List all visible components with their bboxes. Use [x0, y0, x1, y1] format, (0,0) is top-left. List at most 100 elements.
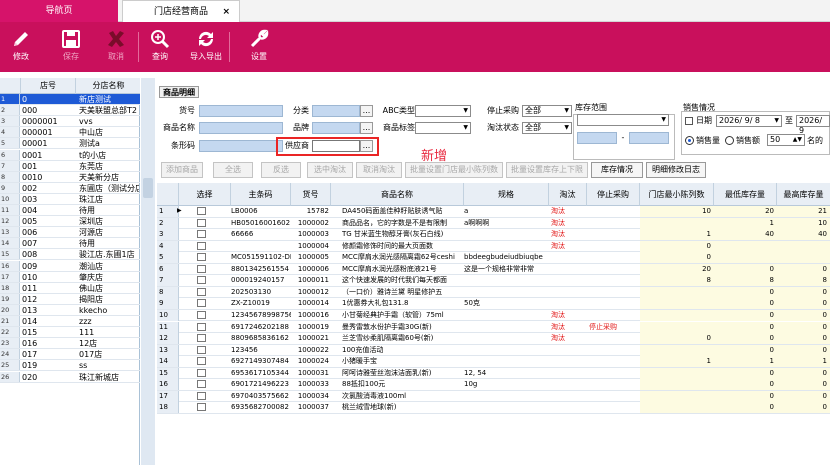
max-stock-header[interactable]: 最高库存量: [777, 183, 830, 206]
eliminate-selected-button[interactable]: 选中淘汰: [307, 162, 353, 178]
stock-max-input[interactable]: [629, 132, 669, 144]
code-input[interactable]: [199, 105, 283, 117]
max-stock-cell[interactable]: 0: [777, 309, 830, 321]
store-row[interactable]: 13 006 河源店: [0, 227, 140, 239]
store-row[interactable]: 11 004 待用: [0, 205, 140, 217]
table-row[interactable]: 11 6917246202188 1000019 曼秀雷敦水份护手霜30G(新) 淘汰 停…: [157, 321, 830, 334]
store-row[interactable]: 24 017 017店: [0, 349, 140, 361]
min-stock-cell[interactable]: 0: [714, 402, 777, 414]
store-row[interactable]: 16 009 潮汕店: [0, 260, 140, 272]
select-checkbox[interactable]: [197, 403, 206, 412]
stop-header[interactable]: 停止采购: [587, 183, 640, 206]
max-stock-cell[interactable]: 21: [777, 206, 830, 217]
table-row[interactable]: 6 8801342561554 1000006 MCC摩肩水润光感粉底液21号 这是一个…: [157, 263, 830, 276]
max-stock-cell[interactable]: 0: [777, 390, 830, 402]
barcode-header[interactable]: 主条码: [231, 183, 291, 206]
eliminate-select[interactable]: 全部 ▼: [522, 122, 572, 134]
min-display-cell[interactable]: [640, 321, 714, 333]
sales-qty-radio[interactable]: [685, 136, 694, 145]
max-stock-cell[interactable]: [777, 240, 830, 252]
select-checkbox[interactable]: [197, 322, 206, 331]
store-row[interactable]: 10 003 珠江店: [0, 193, 140, 205]
max-stock-cell[interactable]: 0: [777, 298, 830, 310]
store-row[interactable]: 1 0 新店测试: [0, 94, 140, 106]
min-stock-cell[interactable]: 0: [714, 333, 777, 345]
min-display-cell[interactable]: 8: [640, 275, 714, 287]
store-row[interactable]: 19 012 揭阳店: [0, 293, 140, 305]
code-header[interactable]: 货号: [291, 183, 331, 206]
min-stock-cell[interactable]: 0: [714, 321, 777, 333]
date-checkbox[interactable]: [685, 117, 693, 125]
table-row[interactable]: 17 6970403575662 1000034 次氯酸消毒液100ml 0 0: [157, 390, 830, 403]
max-stock-cell[interactable]: 0: [777, 367, 830, 379]
batch-stock-limit-button[interactable]: 批量设置库存上下限: [506, 162, 588, 178]
min-display-cell[interactable]: 0: [640, 333, 714, 345]
min-display-cell[interactable]: 1: [640, 229, 714, 241]
name-header[interactable]: 商品名称: [331, 183, 464, 206]
select-checkbox[interactable]: [197, 299, 206, 308]
store-row[interactable]: 3 0000001 vvs: [0, 116, 140, 128]
select-checkbox[interactable]: [197, 345, 206, 354]
store-row[interactable]: 17 010 肇庆店: [0, 271, 140, 283]
min-display-cell[interactable]: [640, 309, 714, 321]
select-checkbox[interactable]: [197, 264, 206, 273]
select-checkbox[interactable]: [197, 368, 206, 377]
table-row[interactable]: 3 66666 1000003 TG 甘米蓝生物醇牙膏(灰石白线) 淘汰 1 40 40: [157, 229, 830, 241]
max-stock-cell[interactable]: [777, 252, 830, 264]
close-icon[interactable]: ×: [222, 1, 230, 23]
brand-input[interactable]: [312, 122, 360, 134]
max-stock-cell[interactable]: 0: [777, 321, 830, 333]
stock-range-select[interactable]: ▼: [577, 114, 669, 126]
stock-info-button[interactable]: 库存情况: [591, 162, 643, 178]
min-stock-cell[interactable]: 0: [714, 390, 777, 402]
max-stock-cell[interactable]: 1: [777, 356, 830, 368]
min-stock-cell[interactable]: 0: [714, 367, 777, 379]
top-n-spinner[interactable]: 50 ▲▼: [767, 134, 805, 146]
select-checkbox[interactable]: [197, 207, 206, 215]
table-row[interactable]: 15 6953617105344 1000031 阿呵诗雅莹丝泡沫洁面乳(新) 12, …: [157, 367, 830, 380]
select-checkbox[interactable]: [197, 276, 206, 285]
name-input[interactable]: [199, 122, 283, 134]
min-display-cell[interactable]: [640, 402, 714, 414]
table-row[interactable]: 1 LB0006 15782 DA450码面盖佳种籽贴肤诱气贴 a 淘汰 10 20 21: [157, 206, 830, 218]
sales-amt-radio[interactable]: [725, 136, 734, 145]
min-stock-cell[interactable]: 0: [714, 263, 777, 275]
store-name-header[interactable]: 分店名称: [77, 78, 140, 94]
splitter[interactable]: [141, 78, 155, 465]
min-stock-cell[interactable]: 0: [714, 344, 777, 356]
detail-log-button[interactable]: 明细修改日志: [646, 162, 706, 178]
select-checkbox[interactable]: [197, 241, 206, 250]
store-row[interactable]: 12 005 深圳店: [0, 216, 140, 228]
max-stock-cell[interactable]: 0: [777, 333, 830, 345]
min-display-cell[interactable]: [640, 217, 714, 229]
invert-selection-button[interactable]: 反选: [261, 162, 301, 178]
cancel-eliminate-button[interactable]: 取消淘汰: [356, 162, 402, 178]
splitter-handle[interactable]: [143, 178, 153, 198]
min-display-cell[interactable]: [640, 367, 714, 379]
min-display-cell[interactable]: [640, 379, 714, 391]
table-row[interactable]: 12 8809685836162 1000021 兰芝雪纱柔肌隔离霜60号(新) 淘汰 0…: [157, 333, 830, 345]
max-stock-cell[interactable]: 10: [777, 217, 830, 229]
min-stock-cell[interactable]: 1: [714, 217, 777, 229]
max-stock-cell[interactable]: 0: [777, 379, 830, 391]
min-stock-cell[interactable]: [714, 240, 777, 252]
tab-store-products[interactable]: 门店经营商品 ×: [122, 0, 240, 22]
min-display-cell[interactable]: 20: [640, 263, 714, 275]
min-display-cell[interactable]: [640, 344, 714, 356]
date-to-picker[interactable]: 2026/ 9: [796, 115, 830, 135]
max-stock-cell[interactable]: 0: [777, 263, 830, 275]
table-row[interactable]: 2 HB05016001602 1000002 商品品名，它的字数是不是有限制 a啊啊啊…: [157, 217, 830, 230]
date-from-picker[interactable]: 2026/ 9/ 8 ▼: [716, 115, 782, 127]
max-stock-cell[interactable]: 0: [777, 344, 830, 356]
min-display-cell[interactable]: 10: [640, 206, 714, 217]
tab-home[interactable]: 导航页: [0, 0, 118, 22]
add-product-button[interactable]: 添加商品: [161, 162, 203, 178]
store-row[interactable]: 23 016 12店: [0, 338, 140, 350]
tag-select[interactable]: ▼: [415, 122, 471, 134]
select-checkbox[interactable]: [197, 391, 206, 400]
max-stock-cell[interactable]: 40: [777, 229, 830, 241]
select-checkbox[interactable]: [197, 218, 206, 227]
select-checkbox[interactable]: [197, 380, 206, 389]
spec-header[interactable]: 规格: [464, 183, 549, 206]
table-row[interactable]: 16 6901721496223 1000033 88抵扣100元 10g 0 0: [157, 379, 830, 391]
